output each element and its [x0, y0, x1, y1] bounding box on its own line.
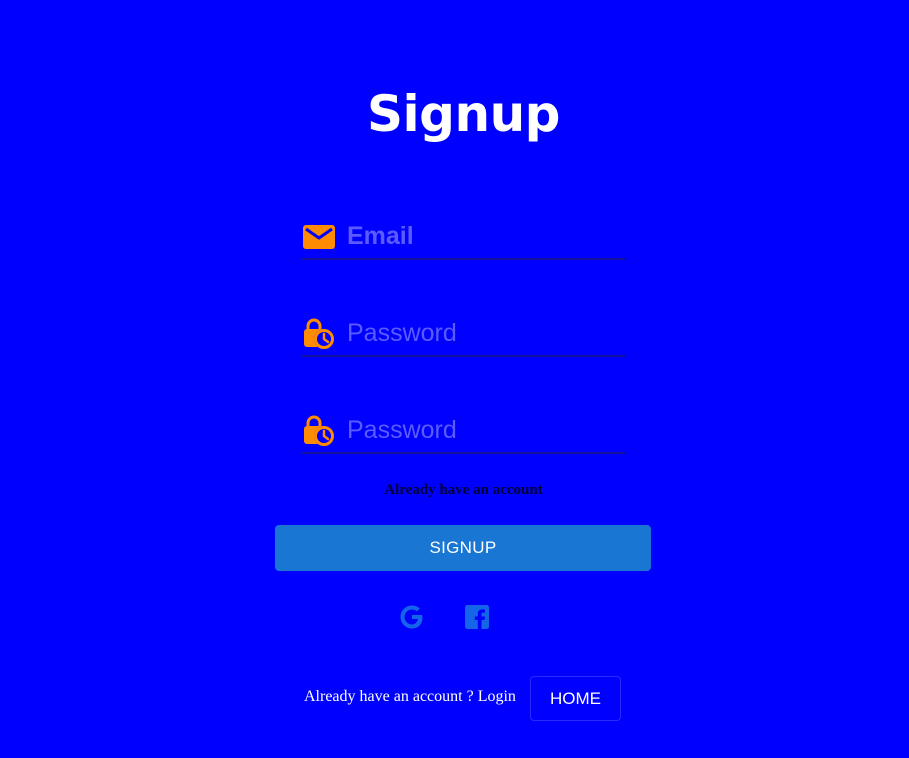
home-button[interactable]: HOME	[530, 676, 621, 721]
facebook-icon[interactable]	[463, 603, 491, 631]
password-field-group	[301, 313, 625, 357]
page-title: Signup	[367, 85, 560, 143]
confirm-password-input[interactable]	[347, 410, 617, 450]
lock-clock-icon	[304, 318, 334, 349]
confirm-password-field-group	[301, 410, 625, 454]
signup-button[interactable]: SIGNUP	[275, 525, 651, 571]
already-have-account-hint: Already have an account	[384, 482, 543, 498]
email-field-group	[301, 216, 625, 260]
email-input[interactable]	[347, 216, 617, 256]
lock-clock-icon	[304, 415, 334, 446]
password-input[interactable]	[347, 313, 617, 353]
mail-icon	[303, 225, 335, 249]
google-icon[interactable]	[398, 603, 426, 631]
login-prompt-link[interactable]: Already have an account ? Login	[304, 688, 516, 706]
